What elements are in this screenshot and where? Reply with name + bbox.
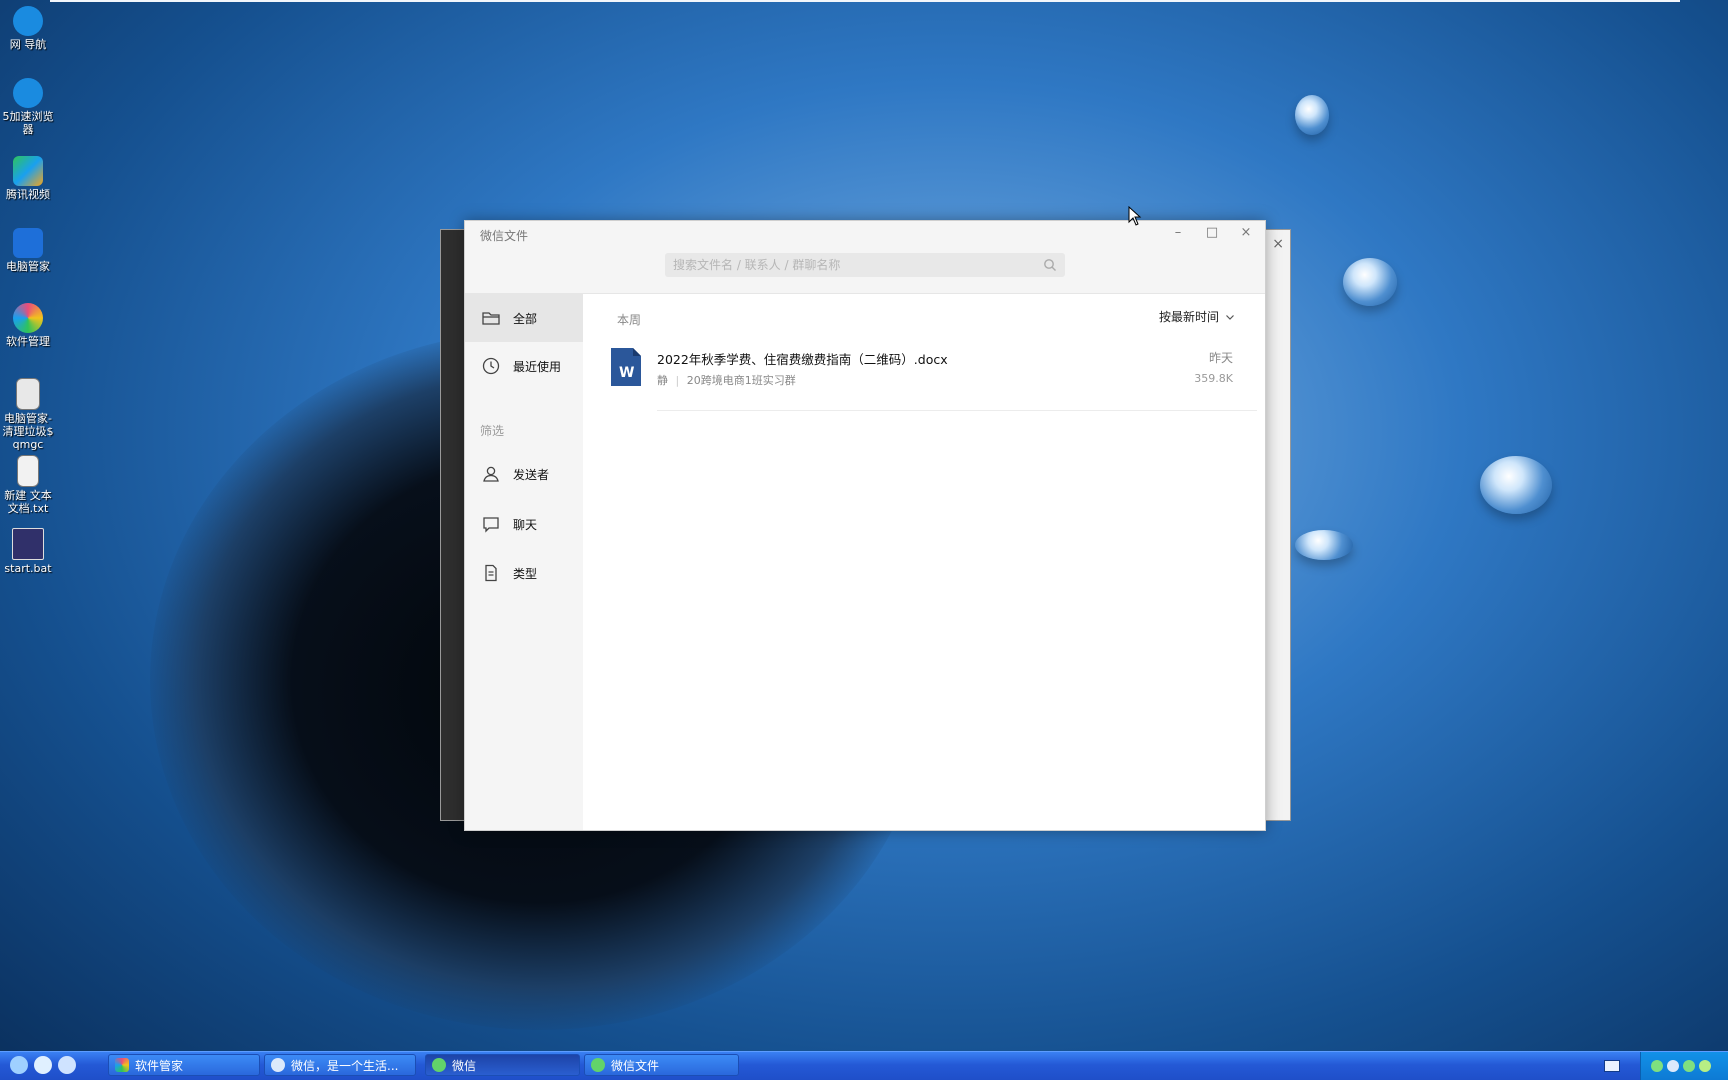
file-list-panel: 本周 按最新时间 W 2022年秋季学费、住宿费缴费指南（二维码）.docx 静… xyxy=(583,294,1265,830)
desktop-icon-label: 电脑管家 xyxy=(6,260,50,273)
wechat-tray-icon[interactable] xyxy=(1683,1060,1695,1072)
search-icon[interactable] xyxy=(1043,258,1057,272)
desktop-icon-video[interactable]: 腾讯视频 xyxy=(0,156,56,201)
desktop-icon-label: 软件管理 xyxy=(6,335,50,348)
task-label: 微信，是一个生活... xyxy=(291,1058,399,1073)
keyboard-icon[interactable] xyxy=(1604,1060,1620,1072)
folder-icon xyxy=(482,312,500,325)
search-box xyxy=(665,253,1065,277)
document-icon xyxy=(485,564,497,582)
taskbar-task-wechat[interactable]: 微信 xyxy=(425,1054,580,1076)
file-sender: 静 xyxy=(657,374,668,387)
quick-launch xyxy=(10,1056,76,1074)
desktop-icon-nav[interactable]: 网 导航 xyxy=(0,6,56,51)
task-label: 微信 xyxy=(452,1058,477,1073)
sidebar-item-label: 最近使用 xyxy=(513,359,562,374)
shield-icon xyxy=(13,228,43,258)
system-tray xyxy=(1640,1052,1728,1080)
clock-icon xyxy=(482,357,500,375)
wechat-icon xyxy=(432,1058,446,1072)
desktop-icon-label: 电脑管家-清理垃圾$ qmgc xyxy=(2,412,54,451)
desktop-icon-softmgr[interactable]: 软件管理 xyxy=(0,303,56,348)
batch-file-icon xyxy=(12,528,44,560)
desktop-icon-label: 5加速浏览器 xyxy=(2,110,54,136)
wechat-files-window: 微信文件 – □ × 全部 最近使用 筛选 xyxy=(464,220,1266,831)
desktop-icon-pcmanager[interactable]: 电脑管家 xyxy=(0,228,56,273)
sidebar: 全部 最近使用 筛选 发送者 聊天 类型 xyxy=(465,294,583,830)
desktop-icon-browser[interactable]: 5加速浏览器 xyxy=(0,78,56,136)
file-date: 昨天 xyxy=(1208,351,1233,365)
wechat-icon xyxy=(591,1058,605,1072)
close-button[interactable]: × xyxy=(1231,225,1261,247)
titlebar: 微信文件 – □ × xyxy=(465,221,1265,294)
minimize-button[interactable]: – xyxy=(1163,225,1193,247)
sort-dropdown[interactable]: 按最新时间 xyxy=(1159,308,1235,325)
file-meta: 静 | 20跨境电商1班实习群 xyxy=(657,374,796,387)
file-icon xyxy=(16,378,40,410)
search-input[interactable] xyxy=(665,253,1041,277)
window-title: 微信文件 xyxy=(480,229,529,243)
filter-label: 发送者 xyxy=(513,467,550,482)
close-icon[interactable]: × xyxy=(1272,236,1284,252)
desktop-icon-label: 网 导航 xyxy=(9,38,47,51)
desktop-icon-textfile[interactable]: 新建 文本文档.txt xyxy=(0,455,56,515)
water-drop xyxy=(1480,456,1552,514)
sidebar-item-recent[interactable]: 最近使用 xyxy=(465,342,583,390)
sort-label: 按最新时间 xyxy=(1158,310,1219,324)
section-header: 本周 xyxy=(617,313,642,327)
app-tray-icon[interactable] xyxy=(1699,1060,1711,1072)
browser-quicklaunch-icon[interactable] xyxy=(10,1056,28,1074)
filter-sender[interactable]: 发送者 xyxy=(465,450,583,498)
desktop-icon-label: start.bat xyxy=(4,562,52,575)
text-file-icon xyxy=(17,455,39,487)
filter-label: 聊天 xyxy=(513,517,538,532)
word-icon-letter: W xyxy=(619,365,635,381)
network-tray-icon[interactable] xyxy=(1667,1060,1679,1072)
row-divider xyxy=(657,410,1257,411)
app-quicklaunch-icon[interactable] xyxy=(34,1056,52,1074)
browser-icon xyxy=(13,78,43,108)
sidebar-item-label: 全部 xyxy=(513,311,538,326)
desktop-icon-label: 新建 文本文档.txt xyxy=(4,489,52,515)
file-chat: 20跨境电商1班实习群 xyxy=(686,374,796,387)
file-name: 2022年秋季学费、住宿费缴费指南（二维码）.docx xyxy=(657,352,948,367)
taskbar-task-wechat-files[interactable]: 微信文件 xyxy=(584,1054,739,1076)
taskbar: 软件管家 微信，是一个生活... 微信 微信文件 xyxy=(0,1051,1728,1080)
chevron-down-icon xyxy=(1226,314,1234,320)
file-size: 359.8K xyxy=(1194,372,1233,385)
desktop-icon-cleanup[interactable]: 电脑管家-清理垃圾$ qmgc xyxy=(0,378,56,451)
taskbar-task-browser[interactable]: 微信，是一个生活... xyxy=(264,1054,416,1076)
filter-chat[interactable]: 聊天 xyxy=(465,500,583,548)
filter-type[interactable]: 类型 xyxy=(465,549,583,597)
play-icon xyxy=(13,156,43,186)
file-row[interactable]: W 2022年秋季学费、住宿费缴费指南（二维码）.docx 静 | 20跨境电商… xyxy=(607,344,1247,404)
task-label: 软件管家 xyxy=(135,1058,184,1073)
water-drop xyxy=(1295,530,1353,560)
browser-icon xyxy=(271,1058,285,1072)
person-icon xyxy=(483,466,499,482)
desktop-icon-label: 腾讯视频 xyxy=(6,188,50,201)
water-drop xyxy=(1343,258,1397,306)
filter-heading: 筛选 xyxy=(480,424,505,438)
shield-quicklaunch-icon[interactable] xyxy=(58,1056,76,1074)
software-manager-icon xyxy=(115,1058,129,1072)
task-label: 微信文件 xyxy=(611,1058,660,1073)
software-manager-icon xyxy=(13,303,43,333)
wechat-tray-icon[interactable] xyxy=(1651,1060,1663,1072)
filter-label: 类型 xyxy=(513,566,538,581)
taskbar-task-softmgr[interactable]: 软件管家 xyxy=(108,1054,260,1076)
water-drop xyxy=(1295,95,1329,135)
top-edge xyxy=(50,0,1680,2)
browser-icon xyxy=(13,6,43,36)
chat-icon xyxy=(483,517,499,533)
desktop-icon-bat[interactable]: start.bat xyxy=(0,528,56,575)
sidebar-item-all[interactable]: 全部 xyxy=(465,294,583,342)
maximize-button[interactable]: □ xyxy=(1197,225,1227,247)
mouse-cursor-icon xyxy=(1128,206,1142,226)
